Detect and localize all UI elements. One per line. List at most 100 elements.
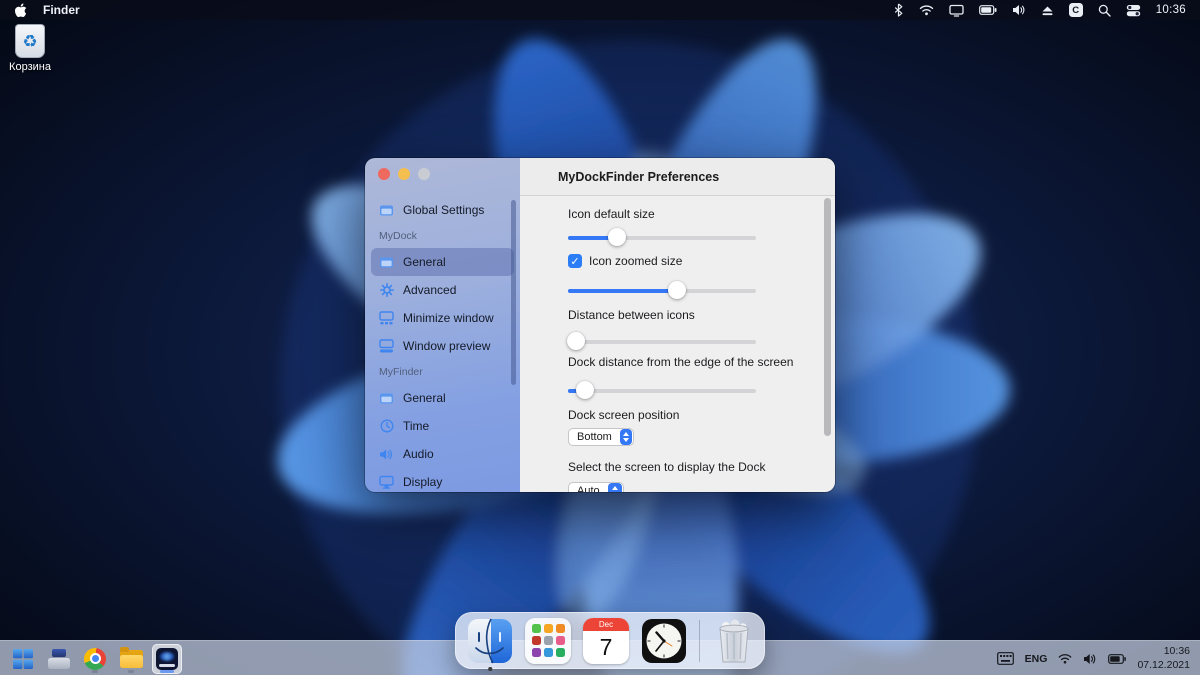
sidebar-section-myfinder: MyFinder	[379, 366, 423, 378]
icon-default-size-label: Icon default size	[568, 207, 655, 221]
sidebar-section-mydock: MyDock	[379, 230, 417, 242]
c-app-icon[interactable]: C	[1068, 3, 1083, 17]
icon-zoomed-size-label: Icon zoomed size	[589, 254, 683, 268]
sidebar-item-label: Display	[403, 475, 443, 489]
distance-between-icons-slider[interactable]	[566, 332, 756, 350]
sidebar-item-minimize-window[interactable]: Minimize window	[371, 304, 514, 332]
content-scrollbar[interactable]	[824, 198, 831, 436]
dock-screen-position-label: Dock screen position	[568, 408, 680, 422]
dock-position-value: Bottom	[577, 431, 612, 443]
chrome-button[interactable]	[80, 644, 110, 674]
sidebar-item-label: General	[403, 391, 446, 405]
launchpad-dock-icon[interactable]	[525, 617, 571, 664]
printer-app-button[interactable]	[44, 644, 74, 674]
sidebar-scrollbar[interactable]	[511, 200, 516, 385]
file-explorer-button[interactable]	[116, 644, 146, 674]
dock-position-select[interactable]: Bottom	[568, 428, 634, 446]
sidebar-list: Global Settings MyDock General Advanced Mini…	[365, 196, 520, 492]
display-icon[interactable]	[949, 0, 964, 20]
battery-icon[interactable]	[978, 0, 997, 20]
sidebar-item-label: Time	[403, 419, 430, 433]
sidebar-item-general[interactable]: General	[371, 384, 514, 412]
calendar-dock-icon[interactable]: Dec 7	[583, 617, 629, 664]
wifi-icon[interactable]	[919, 0, 934, 20]
sidebar-item-global-settings[interactable]: Global Settings	[371, 196, 514, 224]
sidebar-item-label: Minimize window	[403, 311, 494, 325]
taskbar-time: 10:36	[1163, 645, 1190, 658]
sidebar-item-label: Global Settings	[403, 203, 485, 217]
volume-icon[interactable]	[1012, 0, 1026, 20]
sidebar-item-label: Advanced	[403, 283, 457, 297]
recycle-bin-desktop-icon[interactable]: ♻ Корзина	[6, 24, 54, 73]
distance-between-icons-label: Distance between icons	[568, 308, 695, 322]
audio-icon	[379, 447, 394, 462]
macos-menu-bar: Finder C 10:36	[0, 0, 1200, 20]
menu-bar-clock[interactable]: 10:36	[1156, 4, 1186, 16]
bluetooth-icon[interactable]	[893, 0, 904, 20]
window-title: MyDockFinder Preferences	[558, 169, 720, 184]
icon-zoomed-size-slider[interactable]	[568, 281, 756, 299]
eject-icon[interactable]	[1041, 0, 1054, 20]
calendar-month: Dec	[583, 617, 629, 631]
finder-dock-icon[interactable]	[467, 618, 513, 671]
search-icon[interactable]	[1098, 0, 1111, 20]
tray-battery-icon[interactable]	[1108, 649, 1127, 669]
icon-default-size-slider[interactable]	[568, 228, 756, 246]
clock-dock-icon[interactable]	[641, 618, 687, 664]
slider-thumb[interactable]	[575, 381, 594, 399]
sidebar-item-general[interactable]: General	[371, 248, 514, 276]
clock-icon	[379, 419, 394, 434]
window-icon	[379, 203, 394, 218]
mydockfinder-preferences-window: Global Settings MyDock General Advanced Mini…	[365, 158, 835, 492]
macos-dock: Dec 7	[455, 612, 765, 671]
taskbar-date: 07.12.2021	[1137, 658, 1190, 671]
sidebar-item-window-preview[interactable]: Window preview	[371, 332, 514, 360]
start-button[interactable]	[8, 644, 38, 674]
window-title-bar[interactable]: MyDockFinder Preferences	[520, 158, 835, 196]
zoom-button[interactable]	[418, 168, 430, 180]
display-icon	[379, 475, 394, 490]
finder-running-indicator	[488, 667, 492, 671]
tray-volume-icon[interactable]	[1083, 649, 1097, 669]
dock-distance-label: Dock distance from the edge of the scree…	[568, 355, 794, 369]
active-app-menu[interactable]: Finder	[43, 3, 80, 17]
sidebar-item-time[interactable]: Time	[371, 412, 514, 440]
running-indicator	[92, 670, 98, 673]
sidebar-item-audio[interactable]: Audio	[371, 440, 514, 468]
window-icon	[379, 391, 394, 406]
slider-thumb[interactable]	[668, 281, 687, 299]
running-indicator	[128, 670, 134, 673]
slider-thumb[interactable]	[566, 332, 585, 350]
mydockfinder-app-button[interactable]	[152, 643, 182, 674]
tray-wifi-icon[interactable]	[1058, 649, 1072, 669]
screen-select[interactable]: Auto	[568, 482, 624, 492]
printer-app-icon	[48, 648, 70, 669]
close-button[interactable]	[378, 168, 390, 180]
icon-zoomed-size-checkbox[interactable]: ✓	[568, 254, 582, 268]
window-controls	[365, 158, 520, 180]
language-indicator[interactable]: ENG	[1025, 653, 1048, 665]
sidebar-item-advanced[interactable]: Advanced	[371, 276, 514, 304]
chrome-icon	[84, 647, 106, 670]
sidebar-item-label: Window preview	[403, 339, 491, 353]
touch-keyboard-icon[interactable]	[996, 649, 1014, 669]
trash-dock-icon[interactable]	[712, 618, 756, 664]
dock-distance-slider[interactable]	[568, 381, 756, 399]
minimize-button[interactable]	[398, 168, 410, 180]
control-center-icon[interactable]	[1126, 0, 1141, 20]
preview-icon	[379, 339, 394, 354]
select-stepper-icon[interactable]	[619, 429, 632, 445]
recycle-bin-label: Корзина	[9, 61, 51, 73]
sidebar-item-display[interactable]: Display	[371, 468, 514, 492]
apple-logo-icon[interactable]	[14, 0, 27, 20]
select-stepper-icon[interactable]	[607, 483, 622, 492]
screen-select-value: Auto	[577, 485, 600, 492]
slider-thumb[interactable]	[607, 228, 626, 246]
window-icon	[379, 255, 394, 270]
file-explorer-icon	[119, 646, 143, 668]
taskbar-system-tray: ENG 10:36 07.12.2021	[996, 641, 1190, 675]
mydockfinder-app-icon	[156, 647, 178, 670]
recycle-symbol: ♻	[22, 31, 38, 51]
taskbar-clock[interactable]: 10:36 07.12.2021	[1137, 645, 1190, 671]
desktop: Finder C 10:36 ♻ Корзина Global Settings…	[0, 0, 1200, 675]
